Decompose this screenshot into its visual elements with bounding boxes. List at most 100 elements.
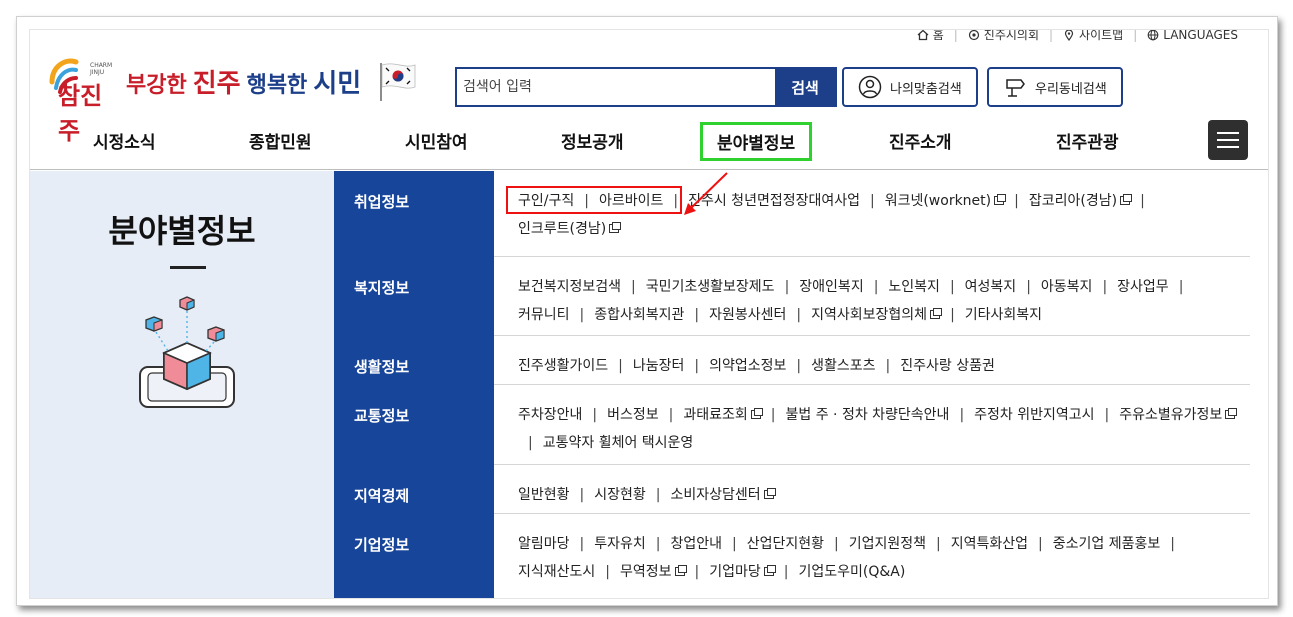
council-label: 진주시의회 (983, 29, 1039, 42)
category-link[interactable]: 보건복지정보검색 (518, 279, 621, 295)
link-separator: | (784, 279, 790, 295)
category-link[interactable]: 알림마당 (518, 536, 570, 552)
category-link[interactable]: 지식재산도시 (518, 564, 595, 580)
category-link-label: 나눔장터 (632, 358, 685, 374)
link-separator: | (1140, 193, 1145, 209)
town-search-button[interactable]: 우리동네검색 (987, 67, 1123, 107)
link-separator: | (1170, 536, 1175, 552)
category-link-label: 노인복지 (888, 279, 940, 295)
category-link[interactable]: 장사업무 (1117, 279, 1169, 295)
category-link[interactable]: 산업단지현황 (747, 536, 824, 552)
search-button[interactable]: 검색 (775, 69, 835, 105)
category-link[interactable]: 주차장안내 (518, 407, 582, 423)
external-link-icon (674, 565, 687, 576)
category-link[interactable]: 창업안내 (671, 536, 723, 552)
category-link[interactable]: 교통약자 휠체어 택시운영 (543, 435, 694, 451)
category-link[interactable]: 잡코리아(경남) (1029, 193, 1133, 209)
screenshot-frame: 홈 | 진주시의회 | 사이트맵 | LANGUAGES 참진주 CHARM J… (16, 16, 1278, 606)
category-link[interactable]: 나눔장터 (633, 358, 685, 374)
link-separator: | (668, 407, 674, 423)
nav-item-participation[interactable]: 시민참여 (405, 128, 468, 153)
category-link[interactable]: 생활스포츠 (811, 358, 875, 374)
category-link[interactable]: 무역정보 (620, 564, 687, 580)
category-link[interactable]: 시장현황 (594, 487, 646, 503)
link-separator: | (873, 279, 879, 295)
link-separator: | (592, 407, 598, 423)
category-title: 취업정보 (334, 171, 494, 257)
category-link[interactable]: 노인복지 (888, 279, 940, 295)
nav-item-about-jinju[interactable]: 진주소개 (889, 128, 952, 153)
link-separator: | (579, 536, 585, 552)
sitemap-label: 사이트맵 (1079, 29, 1124, 42)
category-link-label: 주차장안내 (518, 407, 583, 423)
link-separator: | (1178, 279, 1184, 295)
home-link[interactable]: 홈 (917, 30, 944, 43)
category-link[interactable]: 버스정보 (607, 407, 659, 423)
nav-item-field-info[interactable]: 분야별정보 (700, 122, 813, 161)
category-links: 보건복지정보검색 | 국민기초생활보장제도 | 장애인복지 | 노인복지 | 여성복지 | 아동복지… (494, 257, 1250, 336)
category-link-label: 자원봉사센터 (709, 307, 787, 323)
slogan-part3: 행복한 (246, 72, 308, 98)
search-input[interactable] (457, 69, 775, 105)
external-link-icon (763, 488, 776, 499)
category-link-label: 진주사랑 상품권 (900, 358, 995, 374)
category-link[interactable]: 기타사회복지 (965, 307, 1042, 323)
category-link-label: 장애인복지 (799, 279, 864, 295)
category-link[interactable]: 투자유치 (594, 536, 646, 552)
category-links: 주차장안내 | 버스정보 | 과태료조회 | 불법 주 · 정차 차량단속안내 | 주정차 위반… (494, 385, 1250, 465)
custom-search-button[interactable]: 나의맞춤검색 (842, 67, 978, 107)
category-link[interactable]: 주유소별유가정보 (1119, 407, 1238, 423)
category-link-label: 기업도우미(Q&A) (798, 564, 906, 580)
category-link[interactable]: 과태료조회 (683, 407, 763, 423)
category-link-label: 주유소별유가정보 (1119, 407, 1223, 423)
link-separator: | (605, 564, 610, 580)
external-link-icon (930, 308, 943, 319)
category-link[interactable]: 중소기업 제품홍보 (1053, 536, 1161, 552)
category-link-label: 지역사회보장협의체 (811, 307, 928, 323)
category-link[interactable]: 여성복지 (965, 279, 1017, 295)
category-link[interactable]: 기업도우미(Q&A) (799, 564, 906, 580)
section-title: 분야별정보 (108, 212, 256, 250)
globe-icon (1147, 30, 1159, 40)
category-link[interactable]: 기업마당 (709, 564, 776, 580)
category-link[interactable]: 장애인복지 (799, 279, 863, 295)
council-icon (968, 30, 979, 40)
category-link[interactable]: 지역사회보장협의체 (811, 307, 943, 323)
nav-item-city-news[interactable]: 시정소식 (93, 128, 156, 153)
nav-item-info-disclosure[interactable]: 정보공개 (561, 128, 624, 153)
external-link-icon (994, 194, 1007, 205)
category-link-label: 무역정보 (620, 564, 672, 580)
category-link[interactable]: 국민기초생활보장제도 (646, 279, 775, 295)
nav-item-tourism[interactable]: 진주관광 (1056, 128, 1119, 153)
hamburger-menu-button[interactable] (1208, 120, 1248, 160)
category-link[interactable]: 자원봉사센터 (709, 307, 786, 323)
category-link-label: 생활스포츠 (811, 358, 876, 374)
category-link[interactable]: 일반현황 (518, 487, 570, 503)
category-link[interactable]: 주정차 위반지역고시 (974, 407, 1094, 423)
category-link[interactable]: 구인/구직 (518, 193, 574, 209)
category-link[interactable]: 아동복지 (1041, 279, 1093, 295)
sitemap-link[interactable]: 사이트맵 (1063, 29, 1124, 43)
category-link[interactable]: 의약업소정보 (709, 358, 786, 374)
category-link[interactable]: 진주사랑 상품권 (900, 358, 995, 374)
category-link[interactable]: 불법 주 · 정차 차량단속안내 (786, 407, 950, 423)
site-logo[interactable]: 참진주 CHARM JINJU 부강한 진주 행복한 시민 (46, 52, 419, 145)
category-link-label: 중소기업 제품홍보 (1052, 536, 1161, 552)
category-link-label: 여성복지 (964, 279, 1017, 295)
languages-link[interactable]: LANGUAGES (1147, 30, 1238, 42)
category-link[interactable]: 지역특화산업 (951, 536, 1028, 552)
category-link[interactable]: 아르바이트 (599, 193, 663, 209)
category-link[interactable]: 진주생활가이드 (518, 358, 608, 374)
category-link[interactable]: 커뮤니티 (518, 307, 570, 323)
nav-item-civil-service[interactable]: 종합민원 (249, 128, 312, 153)
category-link-label: 종합사회복지관 (594, 307, 685, 323)
council-link[interactable]: 진주시의회 (968, 29, 1039, 43)
category-link[interactable]: 기업지원정책 (849, 536, 926, 552)
link-separator: | (673, 193, 679, 209)
category-link[interactable]: 종합사회복지관 (594, 307, 684, 323)
category-link[interactable]: 워크넷(worknet) (885, 193, 1007, 209)
category-link[interactable]: 소비자상담센터 (671, 487, 776, 503)
category-link[interactable]: 인크루트(경남) (518, 221, 622, 237)
search-bar: 검색 (455, 67, 837, 107)
category-link-label: 불법 주 · 정차 차량단속안내 (785, 407, 950, 423)
